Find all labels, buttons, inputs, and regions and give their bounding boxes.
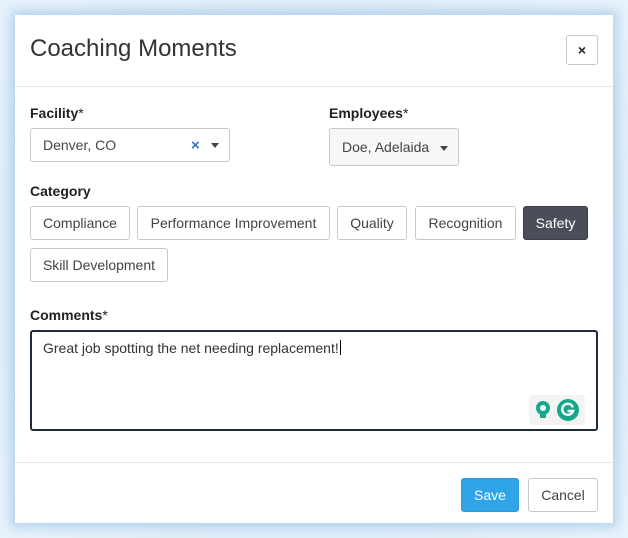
employees-label: Employees* xyxy=(329,105,408,121)
save-button[interactable]: Save xyxy=(461,478,519,512)
category-skill-development-button[interactable]: Skill Development xyxy=(30,248,168,282)
dialog-title: Coaching Moments xyxy=(30,35,237,62)
close-icon: × xyxy=(577,42,587,58)
facility-label-text: Facility xyxy=(30,105,79,121)
facility-value: Denver, CO xyxy=(43,137,117,153)
grammarly-icon xyxy=(557,399,579,421)
facility-label: Facility* xyxy=(30,105,84,121)
comments-label-text: Comments xyxy=(30,307,103,323)
grammarly-widget[interactable] xyxy=(529,395,585,425)
category-label: Category xyxy=(30,183,91,199)
facility-select[interactable]: Denver, CO × xyxy=(30,128,230,162)
required-mark: * xyxy=(402,105,409,121)
category-performance-improvement-button[interactable]: Performance Improvement xyxy=(137,206,330,240)
close-button[interactable]: × xyxy=(566,35,598,65)
category-quality-button[interactable]: Quality xyxy=(337,206,407,240)
lightbulb-icon xyxy=(536,401,550,418)
comments-value: Great job spotting the net needing repla… xyxy=(43,340,339,356)
caret-down-icon xyxy=(440,146,448,151)
category-safety-button[interactable]: Safety xyxy=(523,206,588,240)
text-cursor xyxy=(339,340,341,355)
category-recognition-button[interactable]: Recognition xyxy=(415,206,516,240)
employees-select[interactable]: Doe, Adelaida xyxy=(329,128,459,166)
dialog-header: Coaching Moments × xyxy=(15,15,613,87)
coaching-moments-dialog: Coaching Moments × Facility* Denver, CO … xyxy=(15,15,613,523)
employees-value: Doe, Adelaida xyxy=(342,139,430,155)
comments-label: Comments* xyxy=(30,307,108,323)
required-mark: * xyxy=(102,307,108,323)
category-compliance-button[interactable]: Compliance xyxy=(30,206,130,240)
employees-label-text: Employees xyxy=(329,105,403,121)
clear-icon[interactable]: × xyxy=(191,137,200,154)
cancel-button[interactable]: Cancel xyxy=(528,478,598,512)
footer-divider xyxy=(15,462,613,463)
required-mark: * xyxy=(78,105,84,121)
caret-down-icon xyxy=(211,143,219,148)
comments-textarea[interactable]: Great job spotting the net needing repla… xyxy=(30,330,598,431)
